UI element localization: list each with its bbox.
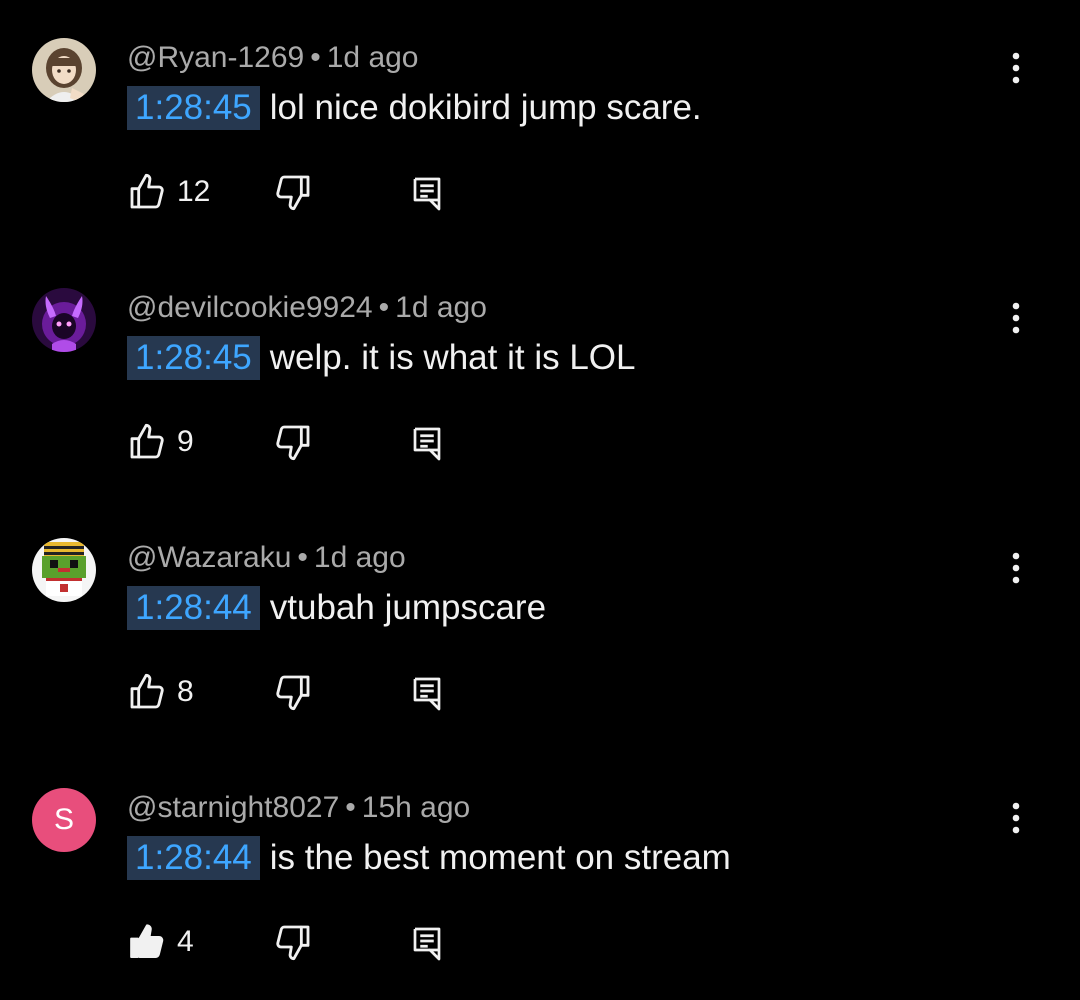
- avatar[interactable]: [32, 38, 96, 102]
- comment-author[interactable]: @starnight8027: [127, 791, 339, 824]
- comment-meta: @Ryan-1269 • 1d ago: [127, 38, 419, 78]
- thumbs-up-filled-icon: [130, 924, 164, 958]
- kebab-menu-icon: [1012, 52, 1020, 84]
- avatar[interactable]: [32, 538, 96, 602]
- reply-icon: [413, 677, 441, 711]
- more-options-button[interactable]: [1000, 300, 1032, 336]
- comment-time[interactable]: 1d ago: [395, 291, 487, 324]
- dislike-button[interactable]: [273, 172, 313, 217]
- purple-demon-avatar-icon: [32, 288, 96, 352]
- like-count: 4: [177, 925, 194, 958]
- meta-separator: •: [310, 41, 321, 74]
- dislike-button[interactable]: [273, 672, 313, 717]
- more-options-button[interactable]: [1000, 50, 1032, 86]
- anime-girl-avatar-icon: [32, 38, 96, 102]
- thumbs-down-icon: [276, 175, 310, 211]
- reply-button[interactable]: [411, 176, 443, 217]
- comment-item: @Wazaraku • 1d ago 1:28:44 vtubah jumpscare…: [0, 500, 1080, 750]
- comment-text: is the best moment on stream: [269, 838, 731, 877]
- meta-separator: •: [345, 791, 356, 824]
- thumbs-up-icon: [130, 673, 164, 709]
- reply-icon: [413, 427, 441, 461]
- kebab-menu-icon: [1012, 552, 1020, 584]
- meta-separator: •: [378, 291, 390, 324]
- thumbs-down-icon: [276, 425, 310, 461]
- dislike-button[interactable]: [273, 922, 313, 967]
- comment-time[interactable]: 1d ago: [314, 541, 406, 574]
- kebab-menu-icon: [1012, 302, 1020, 334]
- reply-button[interactable]: [411, 426, 443, 467]
- thumbs-up-icon: [130, 423, 164, 459]
- like-count: 12: [177, 175, 211, 208]
- comment-text: welp. it is what it is LOL: [269, 338, 636, 377]
- dislike-button[interactable]: [273, 422, 313, 467]
- comment-time[interactable]: 15h ago: [362, 791, 470, 824]
- timestamp-link[interactable]: 1:28:44: [127, 836, 260, 880]
- pixel-character-avatar-icon: [32, 538, 96, 602]
- comment-item: @Ryan-1269 • 1d ago 1:28:45 lol nice dokibi…: [0, 0, 1080, 250]
- comment-body: 1:28:45 lol nice dokibird jump scare.: [127, 86, 702, 130]
- avatar-letter: S: [53, 803, 74, 836]
- thumbs-up-icon: [130, 173, 164, 209]
- like-button[interactable]: 8: [127, 672, 194, 712]
- comment-body: 1:28:44 vtubah jumpscare: [127, 586, 546, 630]
- reply-button[interactable]: [411, 926, 443, 967]
- timestamp-link[interactable]: 1:28:45: [127, 336, 260, 380]
- timestamp-link[interactable]: 1:28:44: [127, 586, 260, 630]
- comment-text: vtubah jumpscare: [269, 588, 547, 627]
- comment-author[interactable]: @Wazaraku: [127, 541, 291, 574]
- comment-author[interactable]: @Ryan-1269: [127, 41, 304, 74]
- thumbs-down-icon: [276, 675, 310, 711]
- avatar[interactable]: S: [32, 788, 96, 852]
- like-count: 9: [177, 425, 194, 458]
- thumbs-down-icon: [276, 925, 310, 961]
- more-options-button[interactable]: [1000, 550, 1032, 586]
- comment-body: 1:28:44 is the best moment on stream: [127, 836, 731, 880]
- more-options-button[interactable]: [1000, 800, 1032, 836]
- meta-separator: •: [297, 541, 308, 574]
- comment-meta: @Wazaraku • 1d ago: [127, 538, 406, 578]
- timestamp-link[interactable]: 1:28:45: [127, 86, 260, 130]
- comment-body: 1:28:45 welp. it is what it is LOL: [127, 336, 635, 380]
- reply-button[interactable]: [411, 676, 443, 717]
- like-count: 8: [177, 675, 194, 708]
- comment-item: S @starnight8027 • 15h ago 1:28:44 is the b…: [0, 750, 1080, 1000]
- comment-meta: @devilcookie9924 • 1d ago: [127, 288, 487, 328]
- kebab-menu-icon: [1012, 802, 1020, 834]
- like-button[interactable]: 12: [127, 172, 210, 212]
- comment-meta: @starnight8027 • 15h ago: [127, 788, 470, 828]
- comment-author[interactable]: @devilcookie9924: [127, 291, 373, 324]
- comment-text: lol nice dokibird jump scare.: [269, 88, 702, 127]
- comment-time[interactable]: 1d ago: [327, 41, 419, 74]
- like-button[interactable]: 9: [127, 422, 194, 462]
- like-button[interactable]: 4: [127, 922, 194, 962]
- reply-icon: [413, 177, 441, 211]
- avatar[interactable]: [32, 288, 96, 352]
- reply-icon: [413, 927, 441, 961]
- comment-item: @devilcookie9924 • 1d ago 1:28:45 welp. it …: [0, 250, 1080, 500]
